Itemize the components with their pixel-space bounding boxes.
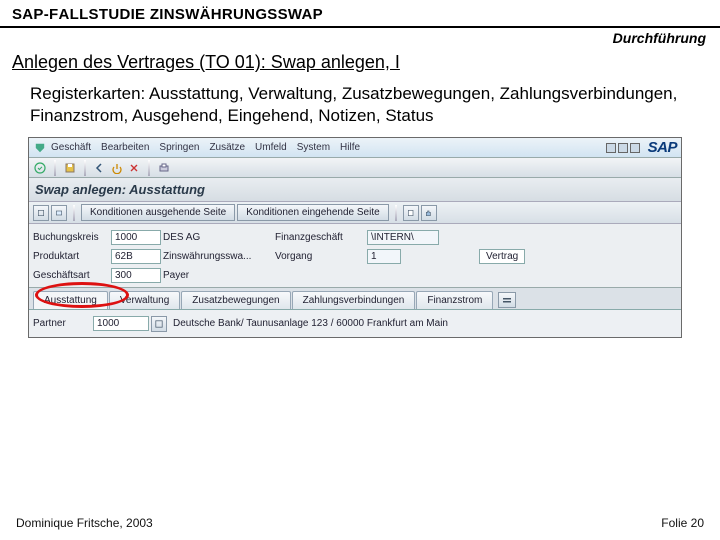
tab-ausstattung[interactable]: Ausstattung	[33, 291, 108, 309]
input-buchungskreis[interactable]: 1000	[111, 230, 161, 245]
input-produktart[interactable]: 62B	[111, 249, 161, 264]
minimize-icon[interactable]	[606, 143, 616, 153]
input-geschaeftsart[interactable]: 300	[111, 268, 161, 283]
detail-area: Partner 1000 Deutsche Bank/ Taunusanlage…	[29, 310, 681, 337]
menu-zusaetze[interactable]: Zusätze	[209, 142, 245, 153]
menu-geschaeft[interactable]: Geschäft	[51, 142, 91, 153]
screen-title: Swap anlegen: Ausstattung	[29, 178, 681, 202]
section-heading: Anlegen des Vertrages (TO 01): Swap anle…	[0, 48, 720, 75]
maximize-icon[interactable]	[618, 143, 628, 153]
cancel-icon[interactable]	[127, 161, 141, 175]
btn-konditionen-eingehend[interactable]: Konditionen eingehende Seite	[237, 204, 388, 221]
toolbar-icon-2[interactable]	[51, 205, 67, 221]
label-geschaeftsart: Geschäftsart	[33, 270, 111, 281]
back-icon[interactable]	[93, 161, 107, 175]
header-form: Buchungskreis 1000 DES AG Finanzgeschäft…	[29, 224, 681, 288]
value-vertrag: Vertrag	[479, 249, 525, 264]
save-icon[interactable]	[63, 161, 77, 175]
window-menu-icon[interactable]	[33, 141, 47, 155]
sap-window: Geschäft Bearbeiten Springen Zusätze Umf…	[28, 137, 682, 338]
form-row-geschaeftsart: Geschäftsart 300 Payer	[33, 266, 677, 285]
close-icon[interactable]	[630, 143, 640, 153]
slide-subtitle: Durchführung	[0, 28, 720, 48]
sap-menubar: Geschäft Bearbeiten Springen Zusätze Umf…	[29, 138, 681, 158]
label-finanzgeschaeft: Finanzgeschäft	[275, 232, 367, 243]
window-control-icons	[606, 143, 640, 153]
tab-overflow-icon[interactable]	[498, 292, 516, 308]
footer-author: Dominique Fritsche, 2003	[16, 516, 153, 530]
body-text: Registerkarten: Ausstattung, Verwaltung,…	[0, 75, 720, 137]
toolbar-icon-4[interactable]	[421, 205, 437, 221]
tab-verwaltung[interactable]: Verwaltung	[109, 291, 180, 309]
toolbar-icon-3[interactable]	[403, 205, 419, 221]
desc-buchungskreis: DES AG	[163, 232, 275, 243]
menu-umfeld[interactable]: Umfeld	[255, 142, 287, 153]
desc-partner: Deutsche Bank/ Taunusanlage 123 / 60000 …	[173, 318, 448, 329]
slide-title-prefix: SAP-F	[12, 6, 59, 23]
desc-produktart: Zinswährungsswa...	[163, 251, 275, 262]
form-row-produktart: Produktart 62B Zinswährungsswa... Vorgan…	[33, 247, 677, 266]
tab-zahlungsverbindungen[interactable]: Zahlungsverbindungen	[292, 291, 416, 309]
slide-title: SAP-FALLSTUDIE ZINSWÄHRUNGSSWAP	[0, 0, 720, 28]
footer-page: Folie 20	[661, 516, 704, 530]
partner-search-help-icon[interactable]	[151, 316, 167, 332]
value-finanzgeschaeft: \INTERN\	[367, 230, 439, 245]
tab-strip: Ausstattung Verwaltung Zusatzbewegungen …	[29, 288, 681, 310]
value-vorgang: 1	[367, 249, 401, 264]
label-buchungskreis: Buchungskreis	[33, 232, 111, 243]
print-icon[interactable]	[157, 161, 171, 175]
label-vorgang: Vorgang	[275, 251, 367, 262]
form-row-buchungskreis: Buchungskreis 1000 DES AG Finanzgeschäft…	[33, 228, 677, 247]
sap-standard-toolbar	[29, 158, 681, 178]
btn-konditionen-ausgehend[interactable]: Konditionen ausgehende Seite	[81, 204, 235, 221]
sap-app-toolbar: Konditionen ausgehende Seite Konditionen…	[29, 202, 681, 224]
menu-system[interactable]: System	[297, 142, 330, 153]
form-row-partner: Partner 1000 Deutsche Bank/ Taunusanlage…	[33, 314, 677, 333]
tab-zusatzbewegungen[interactable]: Zusatzbewegungen	[181, 291, 290, 309]
enter-icon[interactable]	[33, 161, 47, 175]
slide-title-rest: ALLSTUDIE ZINSWÄHRUNGSSWAP	[59, 6, 323, 23]
exit-icon[interactable]	[110, 161, 124, 175]
input-partner[interactable]: 1000	[93, 316, 149, 331]
sap-logo: SAP	[648, 139, 677, 156]
desc-geschaeftsart: Payer	[163, 270, 275, 281]
menu-springen[interactable]: Springen	[159, 142, 199, 153]
label-produktart: Produktart	[33, 251, 111, 262]
label-partner: Partner	[33, 318, 93, 329]
menu-bearbeiten[interactable]: Bearbeiten	[101, 142, 149, 153]
toolbar-icon-1[interactable]	[33, 205, 49, 221]
menu-hilfe[interactable]: Hilfe	[340, 142, 360, 153]
tab-finanzstrom[interactable]: Finanzstrom	[416, 291, 493, 309]
